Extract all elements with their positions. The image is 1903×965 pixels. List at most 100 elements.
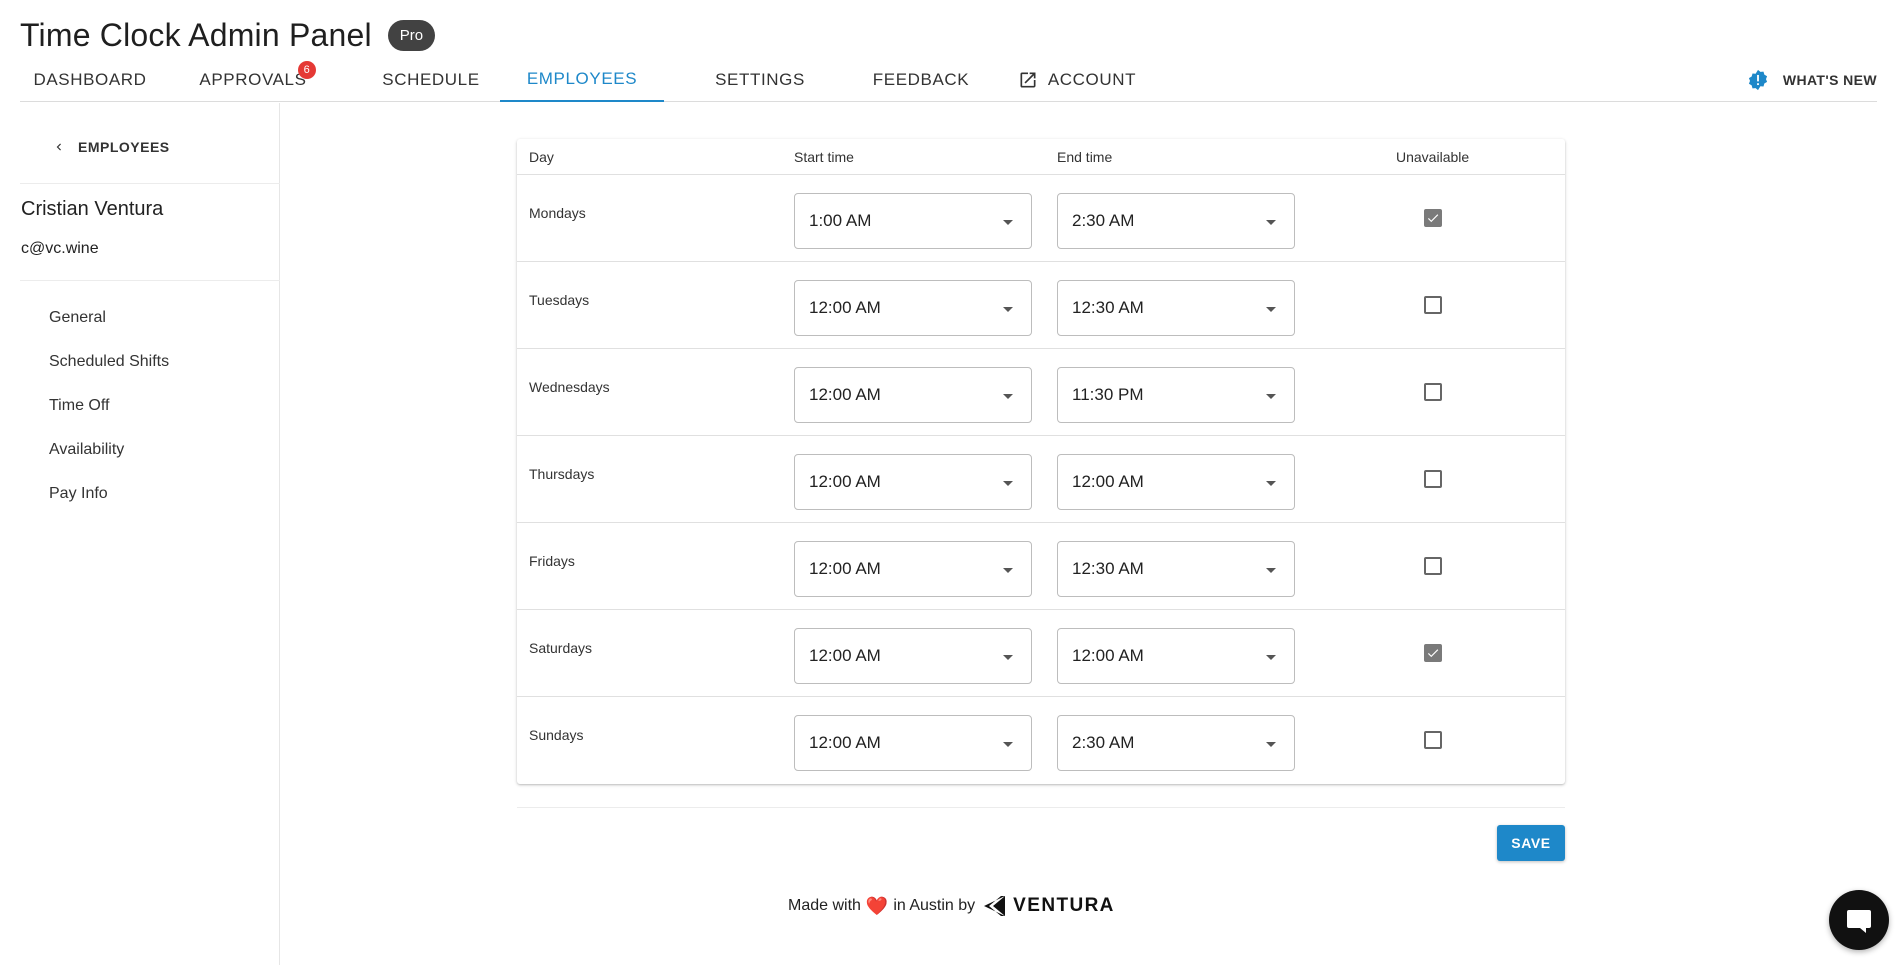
- tab-label: ACCOUNT: [1047, 70, 1137, 89]
- content-divider: [517, 807, 1565, 808]
- start-time-select[interactable]: 1:00 AM: [794, 193, 1032, 249]
- check-icon: [1427, 649, 1439, 658]
- start-time-value: 12:00 AM: [809, 385, 881, 404]
- caret-down-icon: [1266, 307, 1276, 312]
- tab-label: SCHEDULE: [382, 70, 480, 89]
- sidebar-item-time-off[interactable]: Time Off: [49, 397, 109, 415]
- sidebar-divider: [20, 280, 280, 281]
- end-time-value: 11:30 PM: [1072, 385, 1144, 404]
- sidebar-item-pay-info[interactable]: Pay Info: [49, 485, 108, 503]
- unavailable-checkbox[interactable]: [1424, 731, 1442, 749]
- caret-down-icon: [1003, 307, 1013, 312]
- approvals-count-badge: 6: [298, 61, 316, 79]
- start-time-select[interactable]: 12:00 AM: [794, 454, 1032, 510]
- start-time-select[interactable]: 12:00 AM: [794, 715, 1032, 771]
- save-button[interactable]: SAVE: [1497, 825, 1565, 861]
- start-time-value: 12:00 AM: [809, 646, 881, 665]
- employee-sidebar: EMPLOYEES Cristian Ventura c@vc.wine Gen…: [20, 103, 280, 965]
- chat-bubble-icon: [1847, 910, 1871, 933]
- start-time-select[interactable]: 12:00 AM: [794, 541, 1032, 597]
- day-label: Fridays: [529, 553, 575, 569]
- check-icon: [1427, 214, 1439, 223]
- back-to-employees-link[interactable]: EMPLOYEES: [52, 139, 170, 155]
- tab-label: APPROVALS: [199, 70, 307, 89]
- end-time-select[interactable]: 12:00 AM: [1057, 454, 1295, 510]
- end-time-value: 2:30 AM: [1072, 211, 1135, 230]
- end-time-select[interactable]: 2:30 AM: [1057, 715, 1295, 771]
- ventura-logo-text: VENTURA: [1013, 895, 1115, 916]
- unavailable-checkbox[interactable]: [1424, 209, 1442, 227]
- start-time-select[interactable]: 12:00 AM: [794, 280, 1032, 336]
- start-time-select[interactable]: 12:00 AM: [794, 367, 1032, 423]
- end-time-select[interactable]: 12:00 AM: [1057, 628, 1295, 684]
- tab-schedule[interactable]: SCHEDULE: [355, 58, 507, 102]
- end-time-value: 2:30 AM: [1072, 733, 1135, 752]
- end-time-select[interactable]: 12:30 AM: [1057, 541, 1295, 597]
- table-row: Saturdays 12:00 AM 12:00 AM: [517, 610, 1565, 697]
- caret-down-icon: [1266, 568, 1276, 573]
- sidebar-divider: [20, 183, 280, 184]
- table-row: Tuesdays 12:00 AM 12:30 AM: [517, 262, 1565, 349]
- header-unavailable: Unavailable: [1396, 149, 1470, 165]
- end-time-value: 12:30 AM: [1072, 559, 1144, 578]
- unavailable-checkbox[interactable]: [1424, 296, 1442, 314]
- day-label: Wednesdays: [529, 379, 610, 395]
- caret-down-icon: [1003, 481, 1013, 486]
- availability-table: Day Start time End time Unavailable Mond…: [517, 139, 1565, 784]
- tab-approvals[interactable]: APPROVALS 6: [170, 58, 336, 102]
- caret-down-icon: [1003, 655, 1013, 660]
- tab-account[interactable]: ACCOUNT: [1002, 58, 1152, 102]
- back-link-label: EMPLOYEES: [78, 139, 170, 155]
- tab-label: FEEDBACK: [872, 70, 970, 89]
- header-start-time: Start time: [794, 149, 854, 165]
- caret-down-icon: [1003, 568, 1013, 573]
- alert-badge-icon: [1748, 69, 1767, 91]
- caret-down-icon: [1003, 394, 1013, 399]
- table-header: Day Start time End time Unavailable: [517, 139, 1565, 175]
- end-time-select[interactable]: 11:30 PM: [1057, 367, 1295, 423]
- start-time-value: 1:00 AM: [809, 211, 872, 230]
- tab-employees[interactable]: EMPLOYEES: [500, 58, 664, 102]
- footer-in-austin: in Austin by: [893, 897, 976, 914]
- heart-icon: ❤️: [865, 895, 889, 916]
- unavailable-checkbox[interactable]: [1424, 557, 1442, 575]
- app-title: Time Clock Admin Panel: [20, 16, 372, 53]
- main-nav: DASHBOARD APPROVALS 6 SCHEDULE EMPLOYEES…: [20, 58, 1877, 102]
- unavailable-checkbox[interactable]: [1424, 644, 1442, 662]
- tab-dashboard[interactable]: DASHBOARD: [20, 58, 160, 102]
- chevron-left-icon: [56, 143, 61, 151]
- unavailable-checkbox[interactable]: [1424, 470, 1442, 488]
- footer-made-with: Made with: [788, 897, 861, 914]
- table-row: Mondays 1:00 AM 2:30 AM: [517, 175, 1565, 262]
- start-time-select[interactable]: 12:00 AM: [794, 628, 1032, 684]
- table-row: Thursdays 12:00 AM 12:00 AM: [517, 436, 1565, 523]
- chat-button[interactable]: [1829, 890, 1889, 950]
- caret-down-icon: [1266, 481, 1276, 486]
- employee-email: c@vc.wine: [21, 240, 99, 257]
- app-header: Time Clock Admin Panel Pro: [20, 10, 436, 60]
- unavailable-checkbox[interactable]: [1424, 383, 1442, 401]
- end-time-select[interactable]: 12:30 AM: [1057, 280, 1295, 336]
- ventura-logo-icon: [984, 896, 1006, 916]
- table-row: Fridays 12:00 AM 12:30 AM: [517, 523, 1565, 610]
- whats-new-button[interactable]: WHAT'S NEW: [1747, 58, 1877, 102]
- end-time-select[interactable]: 2:30 AM: [1057, 193, 1295, 249]
- tab-label: EMPLOYEES: [526, 69, 638, 88]
- day-label: Mondays: [529, 205, 586, 221]
- employee-name: Cristian Ventura: [21, 198, 164, 220]
- sidebar-item-scheduled-shifts[interactable]: Scheduled Shifts: [49, 353, 169, 371]
- end-time-value: 12:30 AM: [1072, 298, 1144, 317]
- sidebar-item-availability[interactable]: Availability: [49, 441, 124, 459]
- caret-down-icon: [1266, 220, 1276, 225]
- tab-settings[interactable]: SETTINGS: [680, 58, 840, 102]
- end-time-value: 12:00 AM: [1072, 472, 1144, 491]
- ventura-logo: VENTURA: [981, 893, 1115, 919]
- start-time-value: 12:00 AM: [809, 472, 881, 491]
- caret-down-icon: [1266, 394, 1276, 399]
- footer: Made with ❤️ in Austin by VENTURA: [788, 889, 1115, 923]
- day-label: Saturdays: [529, 640, 593, 656]
- tab-feedback[interactable]: FEEDBACK: [838, 58, 1004, 102]
- sidebar-item-general[interactable]: General: [49, 309, 106, 327]
- caret-down-icon: [1003, 220, 1013, 225]
- day-label: Thursdays: [529, 466, 595, 482]
